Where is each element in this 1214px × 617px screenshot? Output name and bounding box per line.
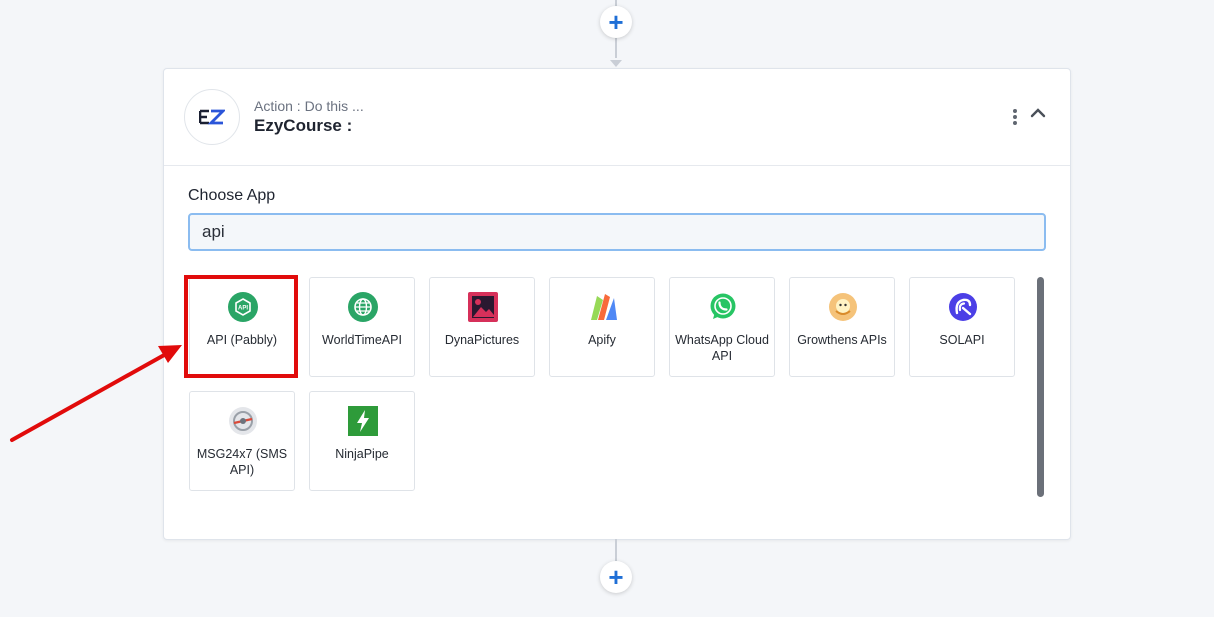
- app-tile-apify[interactable]: Apify: [549, 277, 655, 377]
- app-tile-solapi[interactable]: SOLAPI: [909, 277, 1015, 377]
- action-step-card: Action : Do this ... EzyCourse : Choose …: [163, 68, 1071, 540]
- api-pabbly-icon: API: [228, 292, 258, 322]
- card-header[interactable]: Action : Do this ... EzyCourse :: [164, 69, 1070, 166]
- ezycourse-logo: [184, 89, 240, 145]
- app-tile-whatsapp-cloud-api[interactable]: WhatsApp Cloud API: [669, 277, 775, 377]
- app-tile-label: NinjaPipe: [335, 447, 389, 461]
- step-type-label: Action : Do this ...: [254, 98, 364, 114]
- svg-text:API: API: [238, 306, 248, 312]
- step-app-title: EzyCourse :: [254, 116, 353, 135]
- whatsapp-icon: [710, 293, 736, 319]
- app-tile-label: MSG24x7 (SMS API): [196, 447, 288, 477]
- collapse-chevron-up-icon[interactable]: [1030, 107, 1046, 119]
- app-tile-label: Growthens APIs: [797, 333, 887, 347]
- app-tile-label: API (Pabbly): [206, 333, 278, 347]
- globe-icon: [348, 292, 378, 322]
- results-scrollbar[interactable]: [1037, 277, 1044, 497]
- ezycourse-logo-icon: [199, 109, 225, 125]
- connector-arrow-icon: [610, 60, 622, 67]
- apify-logo-icon: [591, 294, 617, 320]
- app-tile-msg24x7[interactable]: MSG24x7 (SMS API): [189, 391, 295, 491]
- app-tile-label: Apify: [588, 333, 616, 347]
- app-tile-label: WorldTimeAPI: [322, 333, 402, 347]
- choose-app-label: Choose App: [188, 187, 276, 204]
- app-tile-api-pabbly[interactable]: API API (Pabbly): [189, 277, 295, 377]
- lightning-icon: [348, 406, 378, 436]
- app-tile-ninjapipe[interactable]: NinjaPipe: [309, 391, 415, 491]
- app-tile-dynapictures[interactable]: DynaPictures: [429, 277, 535, 377]
- growthens-icon: [829, 293, 857, 321]
- more-options-icon[interactable]: [1010, 109, 1020, 127]
- app-tile-label: WhatsApp Cloud API: [675, 333, 769, 363]
- solapi-icon: [949, 293, 977, 321]
- add-step-button-top[interactable]: +: [600, 6, 632, 38]
- msg24x7-icon: [229, 407, 257, 435]
- app-tile-worldtimeapi[interactable]: WorldTimeAPI: [309, 277, 415, 377]
- app-search-input[interactable]: [188, 213, 1046, 251]
- image-icon: [468, 292, 498, 322]
- app-tile-label: SOLAPI: [939, 333, 985, 347]
- app-tile-growthens-apis[interactable]: Growthens APIs: [789, 277, 895, 377]
- add-step-button-bottom[interactable]: +: [600, 561, 632, 593]
- app-tile-label: DynaPictures: [444, 333, 520, 347]
